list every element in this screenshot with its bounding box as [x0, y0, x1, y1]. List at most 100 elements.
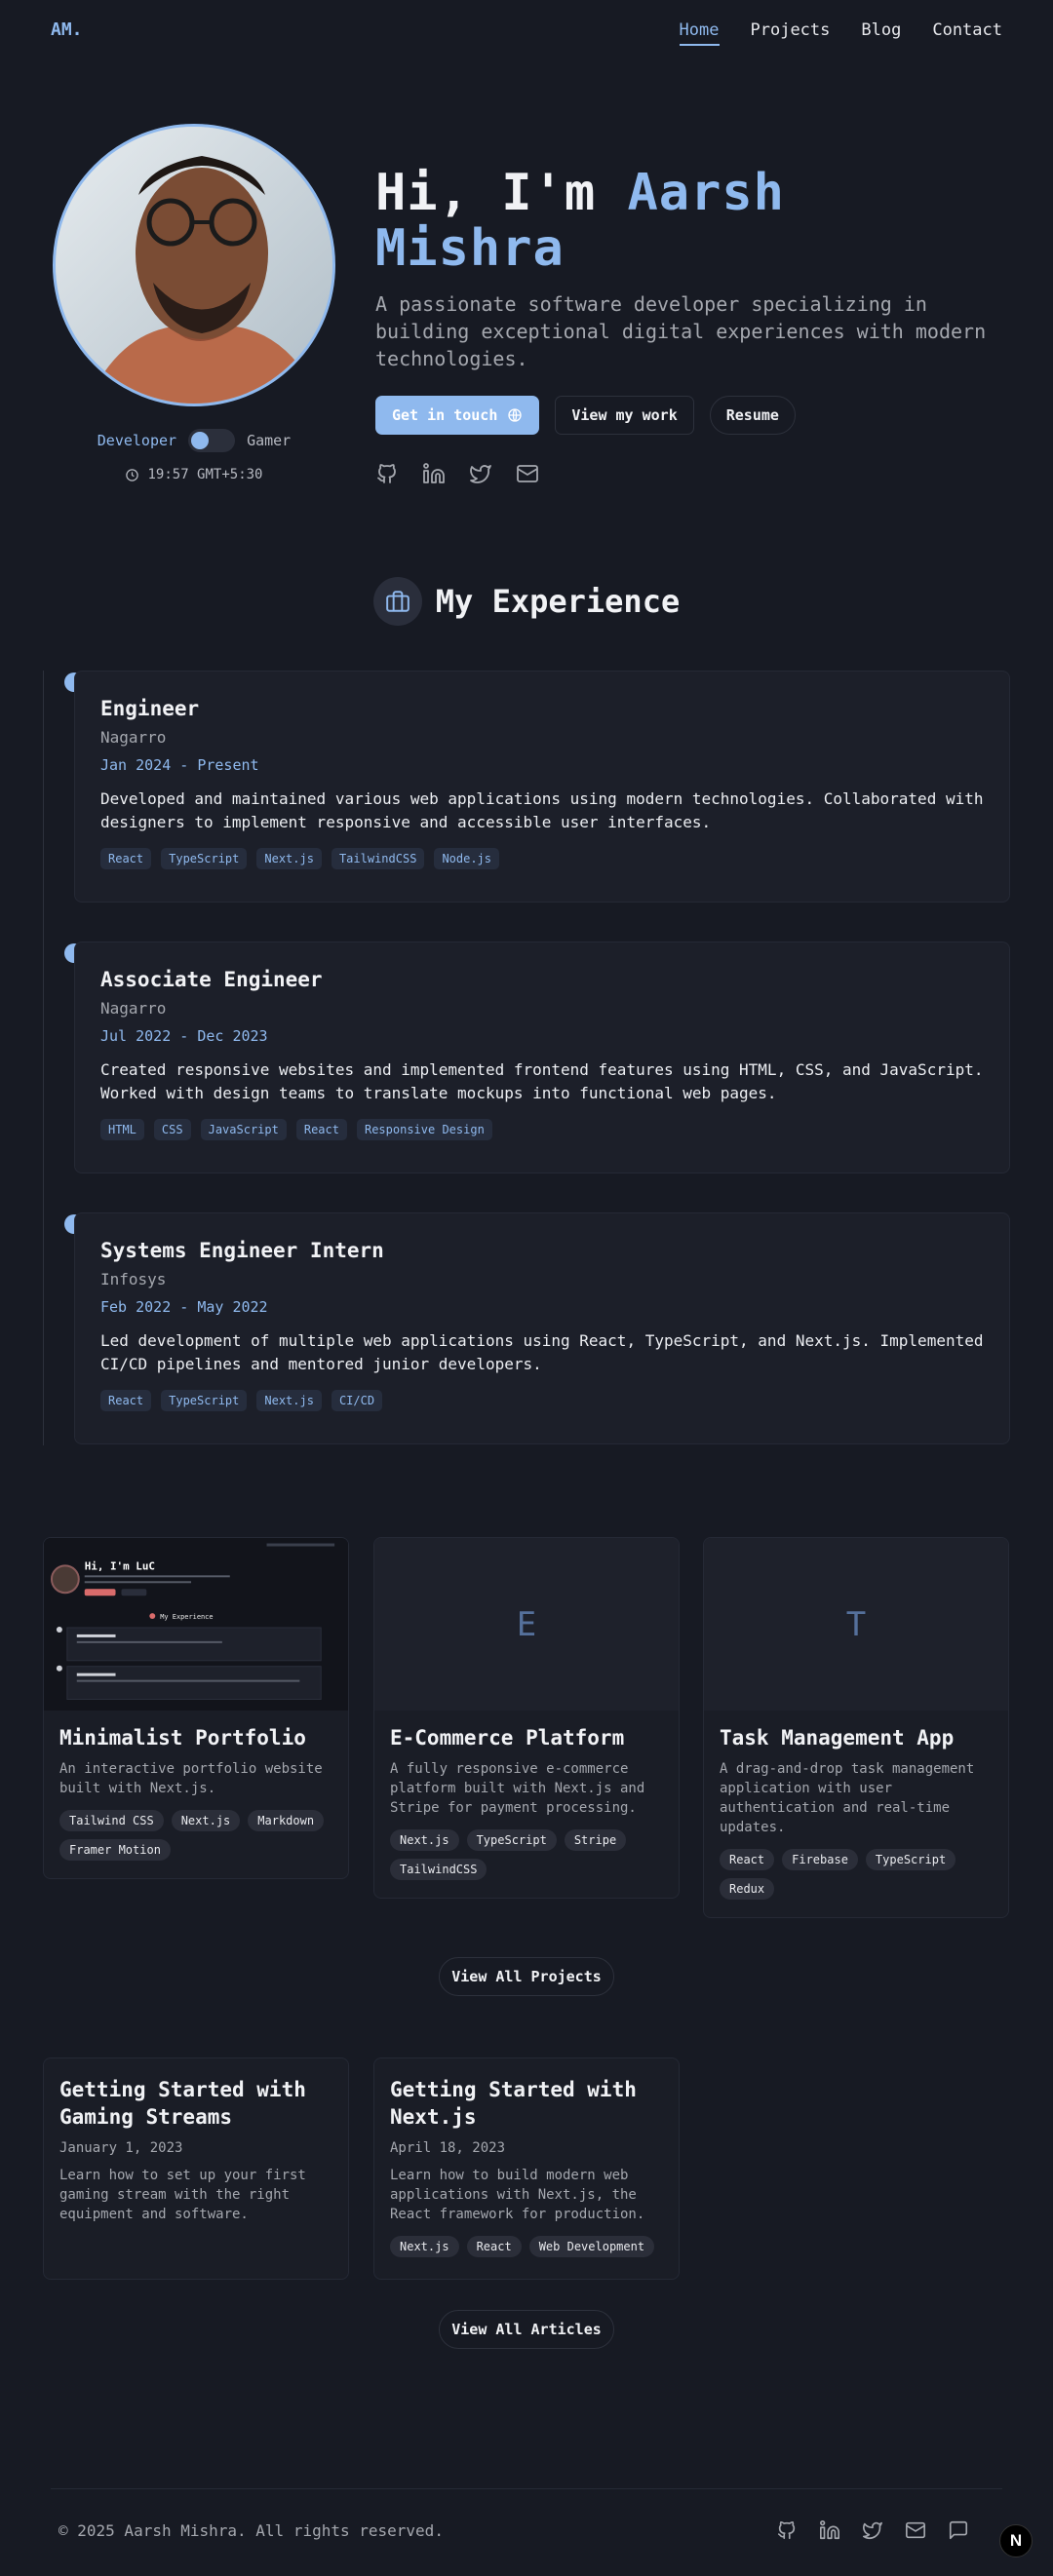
project-tag: Markdown: [248, 1810, 325, 1831]
github-icon[interactable]: [776, 2519, 798, 2545]
toggle-label-gamer: Gamer: [247, 432, 292, 449]
article-description: Learn how to build modern web applicatio…: [390, 2168, 645, 2222]
tech-tag: React: [295, 1119, 347, 1140]
social-links: [375, 462, 999, 489]
project-title: Task Management App: [720, 1726, 955, 1749]
article-date: April 18, 2023: [390, 2140, 506, 2156]
experience-title: My Experience: [435, 583, 681, 620]
project-thumbnail: E: [374, 1538, 679, 1711]
experience-card: Systems Engineer Intern Infosys Feb 2022…: [74, 1212, 1010, 1444]
article-tags: Next.js React Web Development: [390, 2236, 663, 2257]
job-period: Feb 2022 - May 2022: [100, 1298, 268, 1316]
site-logo[interactable]: AM.: [51, 19, 83, 40]
hero-buttons: Get in touch View my work Resume: [375, 396, 999, 436]
nav-link-blog[interactable]: Blog: [861, 20, 901, 46]
tech-tag: HTML: [100, 1119, 144, 1140]
tech-tag: Next.js: [256, 848, 322, 869]
article-description: Learn how to set up your first gaming st…: [59, 2168, 306, 2222]
article-tag: Web Development: [528, 2236, 655, 2257]
article-title: Getting Started with Gaming Streams: [59, 2078, 306, 2129]
job-title: Associate Engineer: [100, 968, 323, 991]
project-body: Minimalist Portfolio An interactive port…: [44, 1711, 348, 1878]
experience-card: Associate Engineer Nagarro Jul 2022 - De…: [74, 942, 1010, 1173]
timeline-line: [43, 671, 44, 1445]
mail-icon[interactable]: [905, 2519, 926, 2545]
briefcase-icon: [372, 577, 422, 626]
nav-link-contact[interactable]: Contact: [932, 20, 1002, 46]
footer-divider: [51, 2488, 1002, 2489]
preview-heading: Hi, I'm LuC: [85, 1559, 155, 1572]
project-tags: React Firebase TypeScript Redux: [720, 1849, 993, 1900]
project-tag: Next.js: [390, 1829, 459, 1851]
tech-tag: JavaScript: [200, 1119, 287, 1140]
job-title: Systems Engineer Intern: [100, 1239, 384, 1262]
get-in-touch-button[interactable]: Get in touch: [375, 396, 540, 436]
chat-icon[interactable]: [948, 2519, 969, 2545]
tech-tag: Responsive Design: [356, 1119, 492, 1140]
profile-photo: [56, 127, 332, 404]
project-title: E-Commerce Platform: [390, 1726, 625, 1749]
tech-tags: HTML CSS JavaScript React Responsive Des…: [100, 1119, 984, 1140]
switch-knob: [191, 432, 210, 449]
article-tag: React: [466, 2236, 522, 2257]
experience-card: Engineer Nagarro Jan 2024 - Present Deve…: [74, 671, 1010, 903]
article-card[interactable]: Getting Started with Next.js April 18, 2…: [373, 2057, 680, 2280]
linkedin-icon[interactable]: [819, 2519, 840, 2545]
project-tags: Next.js TypeScript Stripe TailwindCSS: [390, 1829, 663, 1880]
article-card[interactable]: Getting Started with Gaming Streams Janu…: [43, 2057, 349, 2280]
linkedin-icon[interactable]: [422, 462, 446, 489]
profile-avatar: [53, 124, 335, 406]
view-all-articles-button[interactable]: View All Articles: [439, 2310, 614, 2349]
project-tag: React: [720, 1849, 775, 1870]
view-my-work-button[interactable]: View my work: [555, 396, 694, 436]
project-description: A fully responsive e-commerce platform b…: [390, 1761, 645, 1816]
nav-link-home[interactable]: Home: [679, 20, 720, 46]
tech-tags: React TypeScript Next.js CI/CD: [100, 1390, 984, 1411]
article-tag: Next.js: [390, 2236, 459, 2257]
job-period: Jul 2022 - Dec 2023: [100, 1027, 268, 1045]
tech-tag: Next.js: [256, 1390, 322, 1411]
project-card[interactable]: T Task Management App A drag-and-drop ta…: [703, 1537, 1009, 1918]
tech-tag: React: [100, 1390, 152, 1411]
twitter-icon[interactable]: [469, 462, 492, 489]
article-title: Getting Started with Next.js: [390, 2078, 637, 2129]
project-tag: Framer Motion: [59, 1839, 171, 1861]
tech-tag: CI/CD: [331, 1390, 383, 1411]
time-text: 19:57 GMT+5:30: [147, 467, 263, 482]
project-card[interactable]: Hi, I'm LuC My Experience Minimalist Por…: [43, 1537, 349, 1879]
project-tag: Redux: [720, 1878, 775, 1900]
hero-title: Hi, I'm Aarsh Mishra: [375, 165, 999, 277]
resume-button[interactable]: Resume: [709, 396, 796, 436]
project-tag: Tailwind CSS: [59, 1810, 164, 1831]
project-thumbnail: Hi, I'm LuC My Experience: [44, 1538, 348, 1711]
project-card[interactable]: E E-Commerce Platform A fully responsive…: [373, 1537, 680, 1899]
mode-switch[interactable]: [188, 429, 236, 452]
project-tags: Tailwind CSS Next.js Markdown Framer Mot…: [59, 1810, 332, 1861]
portfolio-preview-image: Hi, I'm LuC My Experience: [44, 1538, 348, 1711]
mail-icon[interactable]: [516, 462, 539, 489]
tech-tag: React: [100, 848, 152, 869]
tech-tag: TypeScript: [161, 1390, 248, 1411]
project-tag: TypeScript: [466, 1829, 557, 1851]
nextjs-dev-badge[interactable]: N: [999, 2524, 1033, 2557]
job-description: Led development of multiple web applicat…: [100, 1331, 984, 1373]
project-tag: TypeScript: [865, 1849, 956, 1870]
github-icon[interactable]: [375, 462, 399, 489]
project-tag: Firebase: [782, 1849, 858, 1870]
toggle-label-developer: Developer: [97, 432, 177, 449]
project-tag: Stripe: [564, 1829, 627, 1851]
tech-tag: CSS: [153, 1119, 191, 1140]
tech-tag: Node.js: [434, 848, 500, 869]
project-body: E-Commerce Platform A fully responsive e…: [374, 1711, 679, 1898]
twitter-icon[interactable]: [862, 2519, 883, 2545]
view-all-projects-button[interactable]: View All Projects: [439, 1957, 614, 1996]
project-thumbnail: T: [704, 1538, 1008, 1711]
nav-link-projects[interactable]: Projects: [751, 20, 831, 46]
project-body: Task Management App A drag-and-drop task…: [704, 1711, 1008, 1917]
preview-section-title: My Experience: [160, 1613, 213, 1621]
job-description: Developed and maintained various web app…: [100, 789, 984, 831]
project-description: A drag-and-drop task management applicat…: [720, 1761, 975, 1835]
project-tag: TailwindCSS: [390, 1859, 488, 1880]
footer-social-links: [776, 2519, 969, 2545]
article-date: January 1, 2023: [59, 2140, 183, 2156]
